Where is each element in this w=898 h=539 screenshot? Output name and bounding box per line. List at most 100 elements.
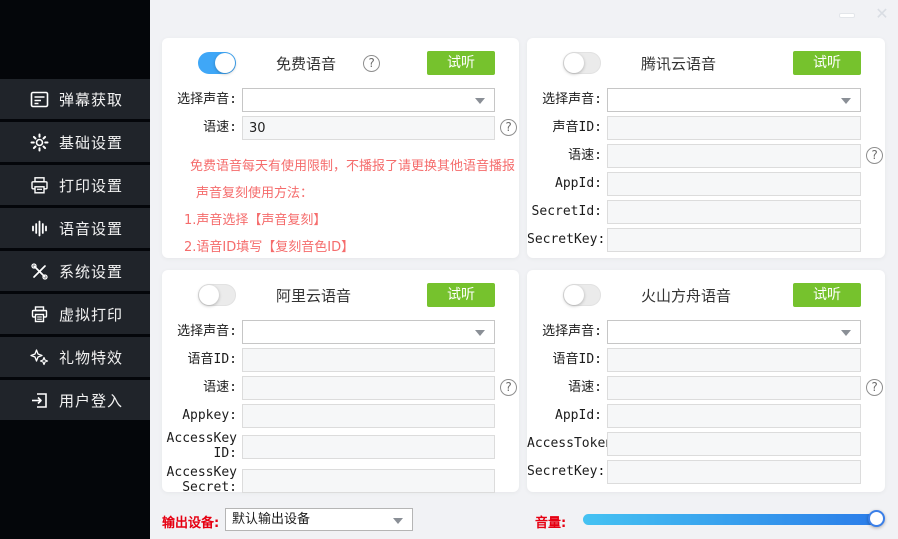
field-label: 语速: bbox=[527, 149, 607, 164]
voice-select-dropdown[interactable] bbox=[607, 320, 861, 344]
voice-id-input[interactable] bbox=[607, 348, 861, 372]
sidebar-item-user-login[interactable]: 用户登入 bbox=[0, 380, 150, 420]
preview-button[interactable]: 试听 bbox=[793, 283, 861, 307]
field-label: SecretKey: bbox=[527, 465, 607, 480]
sidebar-menu: 弹幕获取 基础设置 打印设置 语音设置 系统设置 bbox=[0, 79, 150, 423]
panel-title: 火山方舟语音 bbox=[641, 285, 731, 306]
dropdown-arrow-icon bbox=[475, 330, 485, 336]
hint-line: 声音复刻使用方法： bbox=[196, 180, 495, 207]
sidebar-item-print-settings[interactable]: 打印设置 bbox=[0, 165, 150, 205]
field-row-appid: AppId: bbox=[527, 404, 861, 428]
field-row-voice-select: 选择声音: bbox=[527, 320, 861, 344]
secretid-input[interactable] bbox=[607, 200, 861, 224]
speed-input[interactable] bbox=[242, 376, 495, 400]
accesskey-id-input[interactable] bbox=[242, 435, 495, 459]
sidebar-item-label: 弹幕获取 bbox=[59, 89, 123, 110]
field-row-voice-id: 声音ID: bbox=[527, 116, 861, 140]
tencent-voice-toggle[interactable] bbox=[563, 52, 601, 74]
sidebar-item-virtual-print[interactable]: 虚拟打印 bbox=[0, 294, 150, 334]
sidebar-item-label: 语音设置 bbox=[59, 218, 123, 239]
help-icon[interactable]: ? bbox=[500, 379, 517, 396]
ali-voice-toggle[interactable] bbox=[198, 284, 236, 306]
dropdown-arrow-icon bbox=[841, 98, 851, 104]
sidebar-item-label: 系统设置 bbox=[59, 261, 123, 282]
danmaku-list-icon bbox=[29, 89, 49, 109]
free-voice-toggle[interactable] bbox=[198, 52, 236, 74]
appkey-input[interactable] bbox=[242, 404, 495, 428]
panel-ali-voice: 阿里云语音 试听 选择声音: 语音ID: 语速: ? Appkey: Acces… bbox=[162, 270, 519, 492]
preview-button[interactable]: 试听 bbox=[427, 51, 495, 75]
field-row-voice-id: 语音ID: bbox=[527, 348, 861, 372]
field-row-accesskey-id: AccessKey ID: bbox=[162, 432, 495, 462]
voice-id-input[interactable] bbox=[607, 116, 861, 140]
dropdown-arrow-icon bbox=[841, 330, 851, 336]
field-label: 选择声音: bbox=[162, 325, 242, 340]
sidebar-item-label: 用户登入 bbox=[59, 390, 123, 411]
field-row-appkey: Appkey: bbox=[162, 404, 495, 428]
speed-input[interactable] bbox=[242, 116, 495, 140]
field-row-secretkey: SecretKey: bbox=[527, 228, 861, 252]
field-label: AppId: bbox=[527, 409, 607, 424]
sidebar-item-voice-settings[interactable]: 语音设置 bbox=[0, 208, 150, 248]
accesskey-secret-input[interactable] bbox=[242, 469, 495, 493]
appid-input[interactable] bbox=[607, 404, 861, 428]
close-button[interactable]: ✕ bbox=[872, 4, 892, 24]
field-label: 选择声音: bbox=[527, 93, 607, 108]
gear-icon bbox=[29, 132, 49, 152]
field-row-speed: 语速: ? bbox=[527, 144, 861, 168]
speed-input[interactable] bbox=[607, 144, 861, 168]
hint-line: 2.语音ID填写【复刻音色ID】 bbox=[184, 234, 495, 261]
volume-slider-handle[interactable] bbox=[868, 510, 885, 527]
field-label: AccessKey Secret: bbox=[162, 466, 242, 496]
panel-free-voice: 免费语音 ? 试听 选择声音: 语速: ? 免费语音每天有使用限制，不播报了请更… bbox=[162, 38, 519, 258]
sidebar-item-basic-settings[interactable]: 基础设置 bbox=[0, 122, 150, 162]
field-label: 语速: bbox=[162, 381, 242, 396]
sidebar: 弹幕获取 基础设置 打印设置 语音设置 系统设置 bbox=[0, 0, 150, 539]
help-icon[interactable]: ? bbox=[866, 147, 883, 164]
panel-volcano-voice: 火山方舟语音 试听 选择声音: 语音ID: 语速: ? AppId: Acces… bbox=[527, 270, 885, 492]
field-row-secretkey: SecretKey: bbox=[527, 460, 861, 484]
field-label: 语速: bbox=[527, 381, 607, 396]
toggle-knob bbox=[215, 53, 235, 73]
secretkey-input[interactable] bbox=[607, 228, 861, 252]
field-label: 选择声音: bbox=[527, 325, 607, 340]
appid-input[interactable] bbox=[607, 172, 861, 196]
output-device-dropdown[interactable]: 默认输出设备 bbox=[225, 508, 413, 531]
field-row-appid: AppId: bbox=[527, 172, 861, 196]
field-label: 语音ID: bbox=[162, 353, 242, 368]
minimize-button[interactable] bbox=[839, 13, 855, 18]
help-icon[interactable]: ? bbox=[363, 55, 380, 72]
field-label: 选择声音: bbox=[162, 93, 242, 108]
tools-icon bbox=[29, 261, 49, 281]
field-label: SecretId: bbox=[527, 205, 607, 220]
voice-id-input[interactable] bbox=[242, 348, 495, 372]
volume-slider[interactable] bbox=[583, 514, 877, 525]
secretkey-input[interactable] bbox=[607, 460, 861, 484]
field-label: AccessToken: bbox=[527, 437, 607, 452]
output-device-value: 默认输出设备 bbox=[226, 509, 412, 530]
sidebar-item-label: 基础设置 bbox=[59, 132, 123, 153]
sidebar-item-label: 打印设置 bbox=[59, 175, 123, 196]
accesstoken-input[interactable] bbox=[607, 432, 861, 456]
sidebar-item-gift-effects[interactable]: 礼物特效 bbox=[0, 337, 150, 377]
sidebar-item-danmaku[interactable]: 弹幕获取 bbox=[0, 79, 150, 119]
preview-button[interactable]: 试听 bbox=[793, 51, 861, 75]
preview-button[interactable]: 试听 bbox=[427, 283, 495, 307]
help-icon[interactable]: ? bbox=[866, 379, 883, 396]
voice-select-dropdown[interactable] bbox=[242, 320, 495, 344]
field-row-speed: 语速: ? bbox=[527, 376, 861, 400]
voice-select-dropdown[interactable] bbox=[607, 88, 861, 112]
help-icon[interactable]: ? bbox=[500, 119, 517, 136]
sidebar-item-system-settings[interactable]: 系统设置 bbox=[0, 251, 150, 291]
voice-select-dropdown[interactable] bbox=[242, 88, 495, 112]
speed-input[interactable] bbox=[607, 376, 861, 400]
field-row-voice-select: 选择声音: bbox=[162, 88, 495, 112]
field-label: 语速: bbox=[162, 121, 242, 136]
printer-icon bbox=[29, 175, 49, 195]
voice-settings-window: { "window": { "close_glyph": "✕" }, "ico… bbox=[0, 0, 898, 539]
toggle-knob bbox=[199, 285, 219, 305]
volcano-voice-toggle[interactable] bbox=[563, 284, 601, 306]
panel-header: 火山方舟语音 试听 bbox=[563, 282, 861, 308]
field-row-voice-select: 选择声音: bbox=[162, 320, 495, 344]
field-label: AccessKey ID: bbox=[162, 432, 242, 462]
